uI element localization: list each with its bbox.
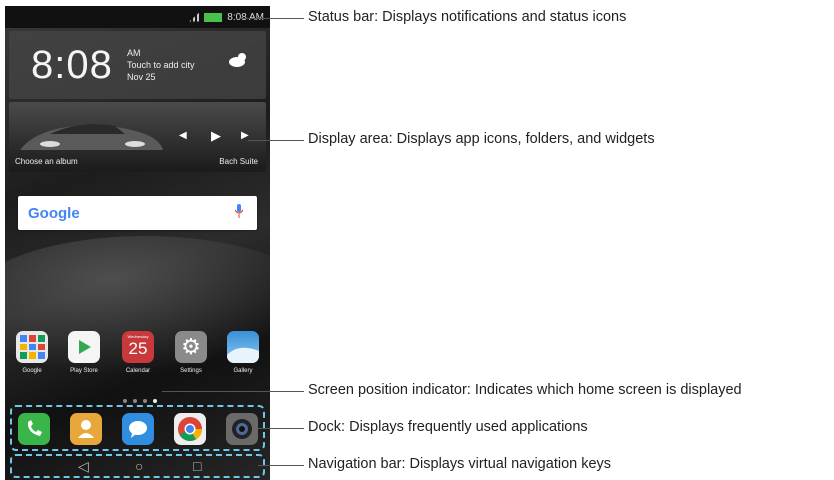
status-bar[interactable]: 8:08 AM [5, 6, 270, 28]
page-dot [133, 399, 137, 403]
google-logo: Google [28, 205, 80, 222]
app-label: Gallery [233, 368, 253, 374]
signal-icon [189, 12, 200, 22]
clock-time: 8:08 [31, 43, 113, 87]
app-calendar[interactable]: Wednesday 25 Calendar [116, 331, 160, 374]
calendar-icon: Wednesday 25 [122, 331, 154, 363]
home-icon[interactable]: ○ [135, 458, 143, 474]
weather-cloud-icon [229, 53, 246, 67]
callout-line-dock [258, 428, 304, 429]
callout-line-status [240, 18, 304, 19]
callout-display-area: Display area: Displays app icons, folder… [308, 131, 655, 147]
app-label: Google [22, 368, 42, 374]
play-icon[interactable]: ▶ [211, 128, 221, 144]
track-name: Bach Suite [219, 157, 258, 166]
callout-status-bar: Status bar: Displays notifications and s… [308, 9, 627, 25]
recents-icon[interactable]: □ [193, 458, 201, 474]
clock-ampm: AM [127, 48, 141, 58]
google-search-bar[interactable]: Google [18, 196, 257, 230]
callout-nav-bar: Navigation bar: Displays virtual navigat… [308, 456, 612, 472]
page-dot-active [153, 399, 157, 403]
previous-track-icon[interactable]: ◀ [179, 130, 187, 141]
app-settings[interactable]: ⚙ Settings [169, 331, 213, 374]
app-row: Google Play Store Wednesday 25 Calendar … [5, 331, 270, 386]
callout-screen-indicator: Screen position indicator: Indicates whi… [308, 382, 742, 398]
app-gallery[interactable]: Gallery [221, 331, 265, 374]
music-widget[interactable]: ◀ ▶ ▶ Choose an album Bach Suite [9, 102, 266, 172]
screen-position-indicator[interactable] [123, 399, 157, 403]
messages-icon[interactable] [122, 413, 154, 445]
phone-screen: 8:08 AM 8:08 AM Touch to add city Nov 25… [5, 6, 270, 480]
clock-date: Nov 25 [127, 72, 156, 82]
clock-weather-widget[interactable]: 8:08 AM Touch to add city Nov 25 [9, 31, 266, 99]
settings-icon: ⚙ [175, 331, 207, 363]
calendar-weekday: Wednesday [127, 334, 149, 339]
mic-icon[interactable] [235, 204, 243, 218]
calendar-day: 25 [128, 339, 148, 358]
chrome-icon[interactable] [174, 413, 206, 445]
app-label: Calendar [125, 368, 151, 374]
app-label: Play Store [70, 368, 98, 374]
page-dot [123, 399, 127, 403]
navigation-bar: ◁ ○ □ [10, 454, 265, 478]
app-label: Settings [180, 368, 202, 374]
play-store-icon [68, 331, 100, 363]
phone-icon[interactable] [18, 413, 50, 445]
dock [10, 405, 265, 451]
callout-line-indicator [162, 391, 304, 392]
callout-dock: Dock: Displays frequently used applicati… [308, 419, 588, 435]
page-dot [143, 399, 147, 403]
city-hint[interactable]: Touch to add city [127, 59, 195, 71]
callout-line-display [248, 140, 304, 141]
status-time: 8:08 AM [227, 11, 264, 23]
gallery-icon [227, 331, 259, 363]
car-image [20, 124, 163, 150]
app-play-store[interactable]: Play Store [62, 331, 106, 374]
camera-icon[interactable] [226, 413, 258, 445]
contacts-icon[interactable] [70, 413, 102, 445]
google-folder-icon [16, 331, 48, 363]
clock-info: AM Touch to add city Nov 25 [127, 47, 195, 83]
album-hint[interactable]: Choose an album [15, 157, 78, 166]
battery-icon [204, 12, 223, 22]
callout-line-nav [258, 465, 304, 466]
back-icon[interactable]: ◁ [78, 458, 89, 475]
app-google-folder[interactable]: Google [10, 331, 54, 374]
